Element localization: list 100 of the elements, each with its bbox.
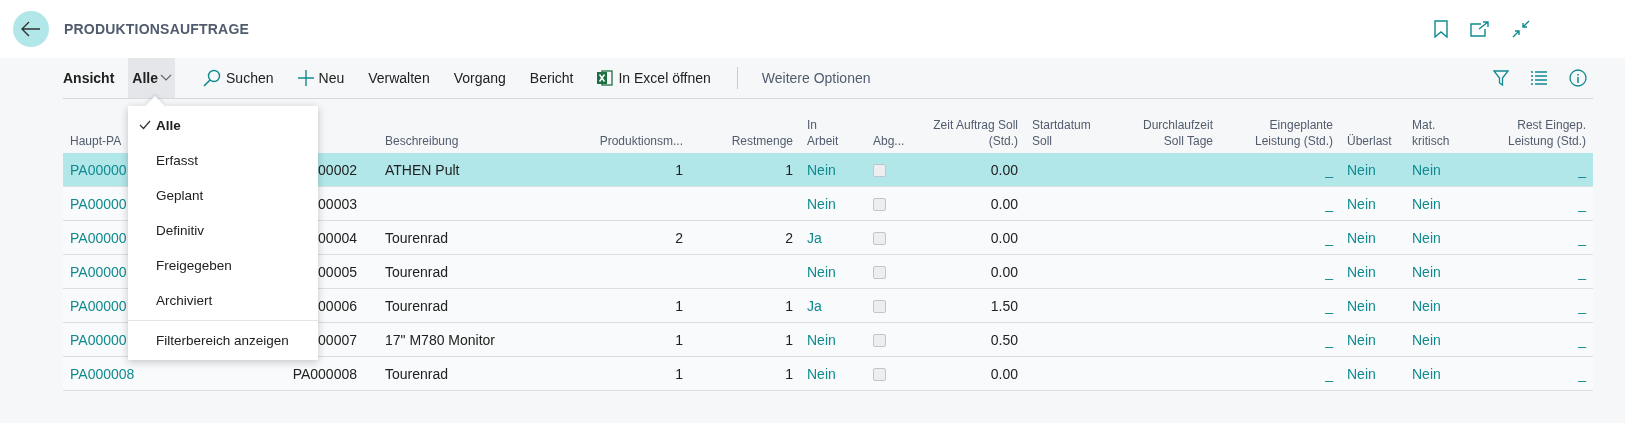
table-cell[interactable]: Nein <box>807 263 836 280</box>
table-cell[interactable]: Nein <box>1347 229 1376 246</box>
column-header[interactable]: Rest Eingep. Leistung (Std.) <box>1487 117 1586 149</box>
table-cell: 1 <box>675 297 683 314</box>
column-header[interactable]: Durchlaufzeit Soll Tage <box>1117 117 1213 149</box>
table-cell[interactable]: _ <box>1578 263 1586 280</box>
table-cell[interactable]: Nein <box>1412 297 1441 314</box>
table-cell: 00004 <box>318 229 357 246</box>
table-cell[interactable]: Nein <box>1347 195 1376 212</box>
menu-item[interactable]: Alle <box>128 108 318 143</box>
column-header[interactable]: Beschreibung <box>385 133 553 149</box>
table-cell: 0.00 <box>990 195 1018 212</box>
table-cell: ATHEN Pult <box>385 161 460 178</box>
chevron-down-icon <box>160 74 173 82</box>
check-icon <box>139 120 151 130</box>
back-button[interactable] <box>13 11 49 47</box>
table-cell: 1.50 <box>990 297 1018 314</box>
table-cell: 00005 <box>318 263 357 280</box>
table-cell[interactable]: Nein <box>1347 263 1376 280</box>
table-cell[interactable]: _ <box>1578 161 1586 178</box>
column-header[interactable]: Mat. kritisch <box>1412 117 1473 149</box>
table-cell[interactable]: Nein <box>807 195 836 212</box>
column-header[interactable]: Eingeplante Leistung (Std.) <box>1227 117 1333 149</box>
search-icon <box>203 69 222 87</box>
table-cell[interactable]: Nein <box>807 365 836 382</box>
table-cell[interactable]: _ <box>1325 263 1333 280</box>
page-title: PRODUKTIONSAUFTRAGE <box>64 21 250 37</box>
table-cell[interactable]: _ <box>1578 331 1586 348</box>
table-cell: 17" M780 Monitor <box>385 331 496 348</box>
column-header[interactable]: Restmenge <box>697 133 793 149</box>
table-cell: 00007 <box>318 331 357 348</box>
table-cell: 1 <box>675 331 683 348</box>
table-cell: Tourenrad <box>385 297 449 314</box>
table-cell: 2 <box>675 229 683 246</box>
table-cell[interactable]: _ <box>1325 365 1333 382</box>
table-cell[interactable]: Nein <box>1412 331 1441 348</box>
table-cell[interactable]: Nein <box>1347 331 1376 348</box>
column-header[interactable]: In Arbeit <box>807 117 859 149</box>
column-header[interactable]: Überlast <box>1347 133 1398 149</box>
list-icon[interactable] <box>1531 71 1547 85</box>
bookmark-icon[interactable] <box>1434 20 1448 38</box>
table-cell: 0.50 <box>990 331 1018 348</box>
table-cell[interactable]: PA000008 <box>70 365 135 382</box>
table-cell[interactable]: Ja <box>807 229 822 246</box>
table-cell[interactable]: _ <box>1578 297 1586 314</box>
table-cell: 1 <box>785 161 793 178</box>
table-cell[interactable]: PA00000 <box>70 331 127 348</box>
toolbar-button[interactable]: Bericht <box>517 58 586 98</box>
table-cell[interactable]: _ <box>1578 195 1586 212</box>
table-cell[interactable]: PA00000 <box>70 263 127 280</box>
arrow-left-icon <box>21 21 41 37</box>
table-cell[interactable]: Nein <box>807 331 836 348</box>
table-cell[interactable]: _ <box>1325 331 1333 348</box>
table-cell[interactable]: PA00000 <box>70 229 127 246</box>
view-dropdown[interactable]: Alle <box>128 58 176 98</box>
view-label: Ansicht <box>63 70 115 86</box>
spreadsheet-icon <box>597 70 614 86</box>
table-cell: 1 <box>675 365 683 382</box>
table-cell[interactable]: Nein <box>807 161 836 178</box>
table-cell[interactable]: Nein <box>1347 297 1376 314</box>
filter-icon[interactable] <box>1493 70 1509 86</box>
toolbar-button[interactable]: Verwalten <box>356 58 442 98</box>
table-cell[interactable]: _ <box>1578 229 1586 246</box>
table-cell[interactable]: Nein <box>1412 365 1441 382</box>
table-cell[interactable]: Nein <box>1412 161 1441 178</box>
table-cell[interactable]: _ <box>1325 229 1333 246</box>
table-cell[interactable]: Nein <box>1412 195 1441 212</box>
table-cell[interactable]: Nein <box>1412 263 1441 280</box>
toolbar-button[interactable]: Vorgang <box>441 58 518 98</box>
table-cell[interactable]: PA00000 <box>70 161 127 178</box>
table-cell: 1 <box>785 365 793 382</box>
column-header[interactable]: Zeit Auftrag Soll (Std.) <box>920 117 1018 149</box>
new-button[interactable]: Neu <box>285 58 357 98</box>
menu-item[interactable]: Filterbereich anzeigen <box>128 323 318 358</box>
table-cell[interactable]: _ <box>1325 195 1333 212</box>
table-cell[interactable]: Nein <box>1347 161 1376 178</box>
column-header[interactable]: Abg... <box>873 133 906 149</box>
table-cell[interactable]: Ja <box>807 297 822 314</box>
info-icon[interactable] <box>1569 69 1587 87</box>
table-cell[interactable]: Nein <box>1412 229 1441 246</box>
collapse-icon[interactable] <box>1512 20 1530 38</box>
column-header[interactable]: Startdatum Soll <box>1032 117 1103 149</box>
table-cell: 00002 <box>318 161 357 178</box>
table-cell[interactable]: PA00000 <box>70 297 127 314</box>
table-cell: 0.00 <box>990 161 1018 178</box>
table-cell[interactable]: _ <box>1325 161 1333 178</box>
column-header[interactable]: Produktionsm... <box>567 133 683 149</box>
table-cell[interactable]: _ <box>1325 297 1333 314</box>
excel-button[interactable]: In Excel öffnen <box>585 58 723 98</box>
table-cell: 00006 <box>318 297 357 314</box>
search-button[interactable]: Suchen <box>191 58 286 98</box>
table-cell[interactable]: _ <box>1578 365 1586 382</box>
more-options-button[interactable]: Weitere Optionen <box>737 58 883 98</box>
table-cell[interactable]: Nein <box>1347 365 1376 382</box>
table-cell: 0.00 <box>990 263 1018 280</box>
table-cell[interactable]: PA00000 <box>70 195 127 212</box>
table-cell: 0.00 <box>990 365 1018 382</box>
table-cell: 00003 <box>318 195 357 212</box>
pop-out-icon[interactable] <box>1470 21 1490 37</box>
table-cell: 1 <box>675 161 683 178</box>
